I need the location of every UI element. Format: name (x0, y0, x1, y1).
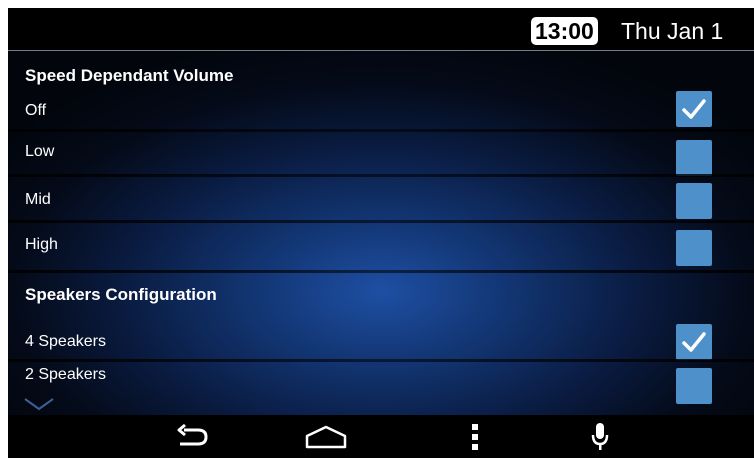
checkbox-4-speakers[interactable] (676, 324, 712, 360)
option-label: 4 Speakers (25, 333, 106, 350)
option-row-off[interactable]: Off (8, 91, 754, 140)
microphone-icon (591, 422, 609, 450)
option-label: Low (25, 143, 55, 160)
menu-icon (472, 423, 478, 450)
menu-button[interactable] (445, 415, 505, 458)
status-bar: 13:00 Thu Jan 1 (8, 8, 754, 51)
divider (8, 270, 754, 273)
voice-button[interactable] (570, 415, 630, 458)
section-title-speakers-configuration: Speakers Configuration (25, 285, 217, 304)
checkbox-high[interactable] (676, 230, 712, 266)
option-row-high[interactable]: High (8, 230, 754, 274)
settings-screen: 13:00 Thu Jan 1 Speed Dependant Volume O… (8, 8, 754, 458)
checkbox-mid[interactable] (676, 183, 712, 219)
checkmark-icon (682, 99, 706, 119)
checkbox-2-speakers[interactable] (676, 368, 712, 404)
clock: 13:00 (531, 17, 598, 45)
back-button[interactable] (163, 415, 223, 458)
section-title-speed-dependant-volume: Speed Dependant Volume (25, 66, 234, 85)
back-icon (177, 423, 208, 445)
divider (8, 129, 754, 132)
scroll-down-icon[interactable] (22, 396, 56, 412)
option-row-2-speakers[interactable]: 2 Speakers (8, 364, 754, 406)
navigation-bar (8, 415, 754, 458)
divider (8, 220, 754, 223)
checkmark-icon (682, 332, 706, 352)
home-icon (305, 425, 347, 448)
option-label: High (25, 236, 58, 253)
checkbox-low[interactable] (676, 140, 712, 176)
option-label: 2 Speakers (25, 366, 106, 383)
divider (8, 174, 754, 177)
divider (8, 359, 754, 362)
date: Thu Jan 1 (621, 18, 724, 44)
checkbox-off[interactable] (676, 91, 712, 127)
option-label: Off (25, 102, 47, 119)
option-label: Mid (25, 191, 51, 208)
home-button[interactable] (296, 415, 356, 458)
